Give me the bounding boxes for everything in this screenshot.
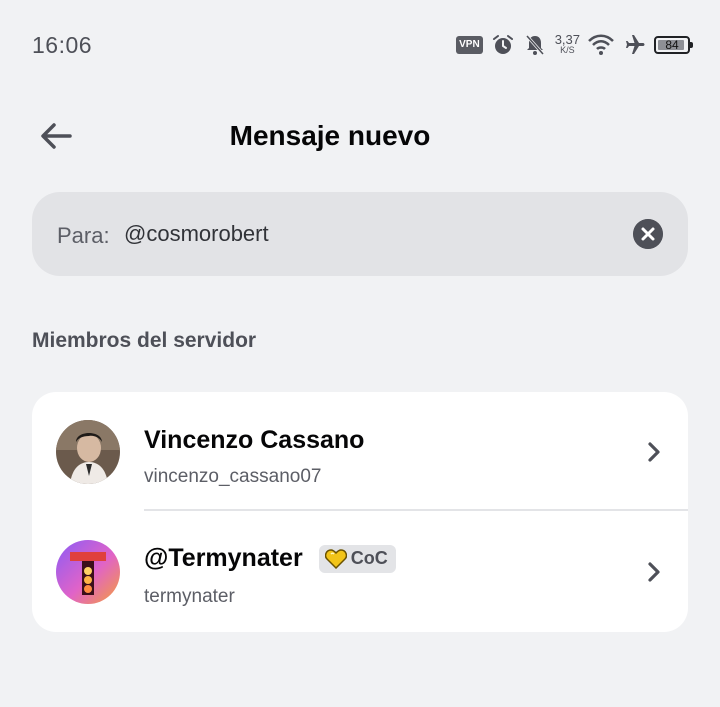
recipient-field: Para: (32, 192, 688, 276)
clear-icon[interactable] (633, 219, 663, 249)
member-name-text: Vincenzo Cassano (144, 426, 365, 454)
member-username: termynater (144, 586, 235, 607)
member-username: vincenzo_cassano07 (144, 466, 322, 487)
status-bar: 16:06 VPN 3,37 K/S 84 (0, 0, 720, 90)
network-speed: 3,37 K/S (554, 32, 580, 55)
section-title: Miembros del servidor (32, 329, 257, 352)
battery-level: 84 (665, 38, 679, 52)
list-item[interactable]: @Termynater CoC termynater (32, 512, 688, 632)
battery-icon: 84 (654, 36, 693, 54)
avatar (56, 420, 120, 484)
members-list: Vincenzo Cassano vincenzo_cassano07 @Ter… (32, 392, 688, 632)
clock: 16:06 (32, 32, 93, 58)
page-title: Mensaje nuevo (229, 120, 431, 151)
member-display-name: Vincenzo Cassano (144, 426, 364, 455)
chevron-right-icon (648, 442, 660, 462)
wifi-icon (588, 34, 614, 55)
avatar (56, 540, 120, 604)
speed-value: 3,37 (554, 32, 580, 47)
recipient-input[interactable] (124, 214, 604, 254)
divider (144, 509, 688, 511)
heart-badge-icon (324, 548, 347, 569)
notifications-off-icon (525, 35, 544, 55)
vpn-icon: VPN (456, 36, 483, 54)
chevron-right-icon (648, 562, 660, 582)
status-icons: VPN 3,37 K/S 84 (456, 28, 693, 62)
member-name-text: @Termynater (144, 544, 303, 572)
list-item[interactable]: Vincenzo Cassano vincenzo_cassano07 (32, 392, 688, 512)
airplane-mode-icon (626, 35, 645, 54)
speed-unit: K/S (560, 45, 575, 55)
server-tag-label: CoC (350, 548, 388, 568)
server-tag-badge[interactable]: CoC (318, 544, 396, 573)
recipient-label: Para: (57, 223, 110, 248)
member-display-name: @Termynater CoC (144, 544, 396, 573)
alarm-icon (492, 35, 513, 54)
